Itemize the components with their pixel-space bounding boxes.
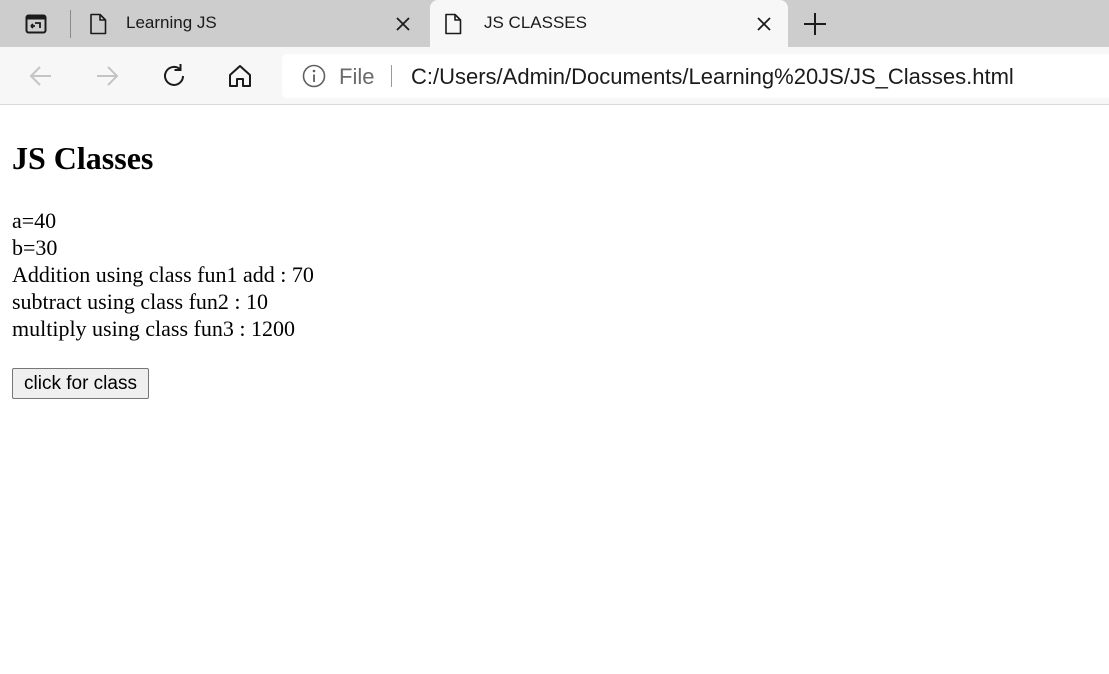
page-title: JS Classes xyxy=(12,140,154,176)
back-button[interactable] xyxy=(24,59,58,93)
tab-actions-icon xyxy=(25,14,47,34)
tab-separator xyxy=(70,10,71,38)
result-line-addition: Addition using class fun1 add : 70 xyxy=(12,262,314,287)
tab-js-classes[interactable]: JS CLASSES xyxy=(430,0,788,47)
url-text[interactable]: C:/Users/Admin/Documents/Learning%20JS/J… xyxy=(411,64,1014,90)
refresh-icon xyxy=(164,64,184,86)
tab-title: JS CLASSES xyxy=(484,13,587,32)
page-icon xyxy=(445,13,462,35)
tab-strip: Learning JS JS CLASSES xyxy=(0,0,1109,47)
back-arrow-icon xyxy=(29,66,51,86)
tab-title: Learning JS xyxy=(126,13,217,32)
click-for-class-button[interactable]: click for class xyxy=(12,368,149,399)
results-output: a=40 b=30 Addition using class fun1 add … xyxy=(12,207,314,342)
page-content: JS Classes a=40 b=30 Addition using clas… xyxy=(12,138,314,399)
home-button[interactable] xyxy=(223,59,257,93)
result-line-multiply: multiply using class fun3 : 1200 xyxy=(12,316,295,341)
close-icon[interactable] xyxy=(754,14,774,34)
address-bar[interactable]: File C:/Users/Admin/Documents/Learning%2… xyxy=(282,54,1109,98)
forward-arrow-icon xyxy=(97,66,119,86)
tab-learning-js[interactable]: Learning JS xyxy=(75,0,427,47)
plus-icon[interactable] xyxy=(800,9,830,39)
home-icon xyxy=(229,65,251,87)
result-line-b: b=30 xyxy=(12,235,58,260)
refresh-button[interactable] xyxy=(157,59,191,93)
address-separator xyxy=(391,65,392,87)
close-icon[interactable] xyxy=(393,14,413,34)
page-icon xyxy=(90,13,107,35)
result-line-subtract: subtract using class fun2 : 10 xyxy=(12,289,269,314)
forward-button[interactable] xyxy=(90,59,124,93)
info-icon[interactable] xyxy=(302,64,326,88)
browser-toolbar: File C:/Users/Admin/Documents/Learning%2… xyxy=(0,47,1109,105)
site-info-label[interactable]: File xyxy=(339,64,374,90)
result-line-a: a=40 xyxy=(12,208,57,233)
tab-actions-button[interactable] xyxy=(20,10,52,38)
